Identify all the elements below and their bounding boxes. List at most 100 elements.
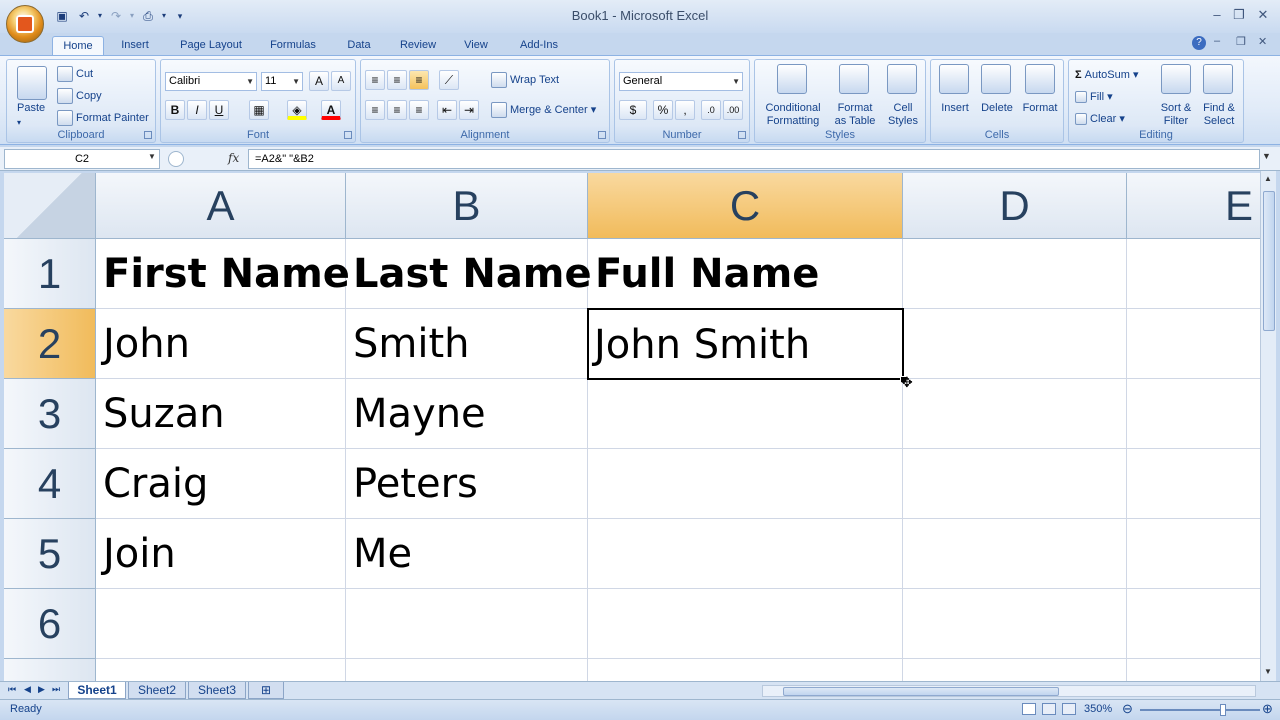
cell-b7[interactable] <box>346 659 588 681</box>
column-header-c[interactable]: C <box>588 173 903 239</box>
ribbon-restore-icon[interactable]: ❐ <box>1236 35 1246 48</box>
sort-label[interactable]: Sort & <box>1155 102 1197 114</box>
cell-a5[interactable]: Join <box>96 519 346 589</box>
cell-d6[interactable] <box>903 589 1127 659</box>
cell-label[interactable]: Cell <box>883 102 923 114</box>
format-label[interactable]: Format <box>827 102 883 114</box>
last-sheet-icon[interactable]: ⏭ <box>52 684 60 695</box>
formula-input[interactable]: =A2&" "&B2 <box>248 149 1260 169</box>
insert-cells-button[interactable]: Insert <box>935 102 975 114</box>
minimize-icon[interactable]: – <box>1206 6 1228 24</box>
conditional-label[interactable]: Conditional <box>759 102 827 114</box>
close-icon[interactable]: ✕ <box>1252 6 1274 24</box>
insert-cells-icon[interactable] <box>939 64 969 94</box>
sheet-tab-sheet1[interactable]: Sheet1 <box>68 682 126 699</box>
insert-sheet-icon[interactable]: ⊞ <box>248 682 284 699</box>
zoom-in-icon[interactable]: ⊕ <box>1262 701 1273 717</box>
fill-color-icon[interactable]: ◈ <box>287 100 307 120</box>
cell-b6[interactable] <box>346 589 588 659</box>
cell-d5[interactable] <box>903 519 1127 589</box>
horizontal-scroll-thumb[interactable] <box>783 687 1059 696</box>
formula-cancel-circle-icon[interactable] <box>168 151 184 167</box>
help-icon[interactable]: ? <box>1192 36 1206 50</box>
increase-indent-icon[interactable]: ⇥ <box>459 100 479 120</box>
tab-data[interactable]: Data <box>336 36 382 56</box>
sort-filter-icon[interactable] <box>1161 64 1191 94</box>
align-bottom-icon[interactable]: ≡ <box>409 70 429 90</box>
zoom-out-icon[interactable]: ⊖ <box>1122 701 1133 717</box>
cell-styles-icon[interactable] <box>887 64 917 94</box>
copy-button[interactable]: Copy <box>57 88 102 104</box>
cell-c7[interactable] <box>588 659 903 681</box>
paste-dropdown-icon[interactable]: ▾ <box>17 118 21 127</box>
scroll-up-icon[interactable]: ▲ <box>1264 174 1272 183</box>
decrease-indent-icon[interactable]: ⇤ <box>437 100 457 120</box>
cell-c4[interactable] <box>588 449 903 519</box>
align-left-icon[interactable]: ≡ <box>365 100 385 120</box>
horizontal-scrollbar[interactable] <box>762 685 1256 697</box>
as-table-label[interactable]: as Table <box>827 115 883 127</box>
restore-icon[interactable]: ❐ <box>1228 6 1250 24</box>
row-header-1[interactable]: 1 <box>4 239 96 309</box>
insert-function-icon[interactable]: fx <box>228 151 239 165</box>
format-painter-button[interactable]: Format Painter <box>57 110 149 126</box>
prev-sheet-icon[interactable]: ◀ <box>24 684 31 695</box>
cell-c6[interactable] <box>588 589 903 659</box>
first-sheet-icon[interactable]: ⏮ <box>8 684 16 695</box>
paste-icon[interactable] <box>17 66 47 100</box>
workbook-close-icon[interactable]: ✕ <box>1258 35 1267 48</box>
column-header-b[interactable]: B <box>346 173 588 239</box>
column-header-d[interactable]: D <box>903 173 1127 239</box>
office-button[interactable] <box>6 5 44 43</box>
sheet-tab-sheet2[interactable]: Sheet2 <box>128 682 186 699</box>
orientation-icon[interactable]: ⟋ <box>439 70 459 90</box>
cell-a7[interactable] <box>96 659 346 681</box>
format-cells-icon[interactable] <box>1025 64 1055 94</box>
tab-insert[interactable]: Insert <box>110 36 160 56</box>
format-cells-button[interactable]: Format <box>1019 102 1061 114</box>
borders-icon[interactable]: ▦ <box>249 100 269 120</box>
italic-button[interactable]: I <box>187 100 207 120</box>
cell-a1[interactable]: First Name <box>96 239 350 309</box>
tab-home[interactable]: Home <box>52 36 104 57</box>
sheet-tab-sheet3[interactable]: Sheet3 <box>188 682 246 699</box>
cell-a4[interactable]: Craig <box>96 449 346 519</box>
format-as-table-icon[interactable] <box>839 64 869 94</box>
cell-c3[interactable] <box>588 379 903 449</box>
cell-e1[interactable] <box>1127 239 1260 309</box>
row-header-4[interactable]: 4 <box>4 449 96 519</box>
bold-button[interactable]: B <box>165 100 185 120</box>
cell-d4[interactable] <box>903 449 1127 519</box>
number-launcher-icon[interactable] <box>738 131 746 139</box>
percent-button[interactable]: % <box>653 100 673 120</box>
ribbon-minimize-icon[interactable]: – <box>1214 35 1220 47</box>
shrink-font-icon[interactable]: A <box>331 71 351 91</box>
align-center-icon[interactable]: ≡ <box>387 100 407 120</box>
font-launcher-icon[interactable] <box>344 131 352 139</box>
tab-page-layout[interactable]: Page Layout <box>170 36 252 56</box>
name-box-dropdown-icon[interactable]: ▼ <box>148 152 156 161</box>
cell-e4[interactable] <box>1127 449 1260 519</box>
cell-e3[interactable] <box>1127 379 1260 449</box>
comma-button[interactable]: , <box>675 100 695 120</box>
cell-e5[interactable] <box>1127 519 1260 589</box>
cell-d1[interactable] <box>903 239 1127 309</box>
column-header-a[interactable]: A <box>96 173 346 239</box>
filter-label[interactable]: Filter <box>1155 115 1197 127</box>
column-header-e[interactable]: E <box>1127 173 1260 239</box>
cell-d2[interactable] <box>903 309 1127 379</box>
binoculars-icon[interactable] <box>1203 64 1233 94</box>
cell-e2[interactable] <box>1127 309 1260 379</box>
zoom-slider-thumb[interactable] <box>1220 704 1226 716</box>
tab-review[interactable]: Review <box>392 36 444 56</box>
merge-center-button[interactable]: Merge & Center ▾ <box>491 102 596 118</box>
decrease-decimal-icon[interactable]: .00 <box>723 100 743 120</box>
clear-button[interactable]: Clear ▾ <box>1075 112 1125 126</box>
font-family-combo[interactable]: Calibri ▼ <box>165 72 257 91</box>
find-label[interactable]: Find & <box>1197 102 1241 114</box>
conditional-formatting-icon[interactable] <box>777 64 807 94</box>
increase-decimal-icon[interactable]: .0 <box>701 100 721 120</box>
align-right-icon[interactable]: ≡ <box>409 100 429 120</box>
select-all-button[interactable] <box>4 173 96 239</box>
cell-b2[interactable]: Smith <box>346 309 588 379</box>
